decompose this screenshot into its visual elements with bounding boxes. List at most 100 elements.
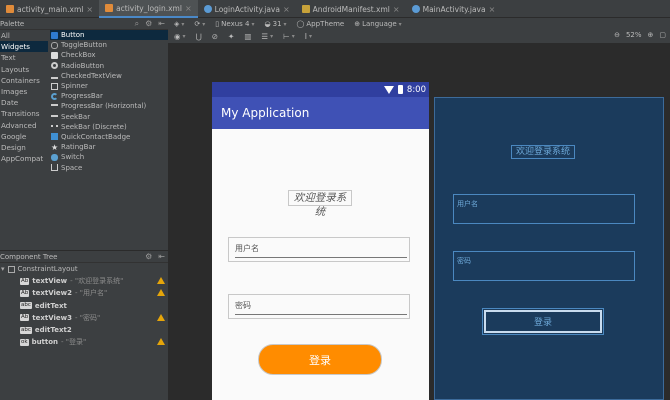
view-options-dropdown[interactable]: ◉ ▾ — [174, 32, 186, 41]
guidelines-dropdown[interactable]: I ▾ — [305, 32, 312, 41]
username-field[interactable]: 用户名 — [228, 237, 410, 262]
blueprint-password-field[interactable]: 密码 — [453, 251, 635, 281]
orientation-dropdown[interactable]: ⟳ ▾ — [194, 20, 205, 28]
design-surface-dropdown[interactable]: ◈ ▾ — [174, 20, 184, 28]
align-icon: ⊢ — [283, 32, 290, 41]
zoom-level: 52% — [625, 31, 642, 39]
palette-widget-button[interactable]: Button — [50, 30, 168, 41]
eye-icon: ◉ — [174, 32, 181, 41]
infer-constraints-button[interactable]: ✦ — [228, 32, 234, 41]
password-field[interactable]: 密码 — [228, 294, 410, 319]
theme-dropdown[interactable]: ◯ AppTheme — [297, 20, 345, 28]
guideline-icon: I — [304, 32, 307, 41]
design-view[interactable]: 8:00 My Application 欢迎登录系统 用户名 密码 登录 — [212, 82, 429, 400]
close-icon[interactable]: × — [86, 5, 93, 14]
app-bar: My Application — [212, 97, 429, 129]
welcome-textview[interactable]: 欢迎登录系统 — [288, 190, 352, 218]
tree-item-textview[interactable]: Ab textView - "欢迎登录系统" — [0, 275, 168, 287]
api-level-dropdown[interactable]: ◒ 31 ▾ — [265, 20, 287, 28]
battery-icon — [397, 85, 403, 94]
hide-panel-icon[interactable]: ⇤ — [158, 252, 165, 261]
close-icon[interactable]: × — [393, 5, 400, 14]
design-canvas[interactable]: 8:00 My Application 欢迎登录系统 用户名 密码 登录 欢迎登… — [168, 44, 670, 400]
tree-item-edittext2[interactable]: abc editText2 — [0, 324, 168, 336]
palette-widget-quickcontactbadge[interactable]: QuickContactBadge — [50, 132, 168, 142]
tab-activity-main[interactable]: activity_main.xml × — [0, 0, 99, 18]
palette-widget-space[interactable]: Space — [50, 162, 168, 172]
close-icon[interactable]: × — [283, 5, 290, 14]
align-dropdown[interactable]: ⊢ ▾ — [283, 32, 295, 41]
expand-arrow-icon[interactable]: ▾ — [1, 265, 5, 273]
xml-file-icon — [105, 4, 114, 12]
device-dropdown[interactable]: ▯ Nexus 4 ▾ — [215, 20, 254, 28]
palette-widget-radiobutton[interactable]: RadioButton — [50, 61, 168, 71]
globe-icon: ⊕ — [354, 20, 361, 28]
constraint-layout-icon — [7, 265, 15, 273]
autoconnect-toggle[interactable]: ⋃ — [196, 32, 202, 41]
palette-widget-checkedtextview[interactable]: CheckedTextView — [50, 71, 168, 81]
tab-android-manifest[interactable]: AndroidManifest.xml × — [296, 0, 406, 18]
blueprint-login-button[interactable]: 登录 — [482, 308, 604, 335]
palette-widget-switch[interactable]: Switch — [50, 152, 168, 162]
palette-header: Palette ⌕ ⚙ ⇤ — [0, 18, 168, 30]
tab-login-activity[interactable]: LoginActivity.java × — [198, 0, 296, 18]
layers-icon: ◈ — [174, 20, 180, 28]
close-icon[interactable]: × — [185, 4, 192, 13]
palette-widget-checkbox[interactable]: CheckBox — [50, 50, 168, 60]
default-margins-button[interactable]: ▥ — [244, 32, 251, 41]
language-dropdown[interactable]: ⊕ Language ▾ — [354, 20, 401, 28]
zoom-fit-icon[interactable]: ▢ — [659, 31, 666, 39]
palette-widget-ratingbar[interactable]: ★ RatingBar — [50, 142, 168, 152]
tree-item-textview3[interactable]: Ab textView3- "密码" — [0, 312, 168, 324]
tree-root-constraintlayout[interactable]: ▾ ConstraintLayout — [0, 263, 168, 275]
palette-widget-progressbar-horizontal[interactable]: ProgressBar (Horizontal) — [50, 101, 168, 111]
pack-dropdown[interactable]: ☰ ▾ — [261, 32, 273, 41]
manifest-file-icon — [301, 5, 310, 13]
palette-widget-seekbar-discrete[interactable]: SeekBar (Discrete) — [50, 122, 168, 132]
palette-category-design[interactable]: Design — [0, 142, 48, 153]
blueprint-username-field[interactable]: 用户名 — [453, 194, 635, 224]
palette-category-advanced[interactable]: Advanced — [0, 120, 48, 131]
palette-widget-progressbar[interactable]: ProgressBar — [50, 91, 168, 101]
palette-category-google[interactable]: Google — [0, 131, 48, 142]
warning-icon[interactable] — [157, 313, 165, 321]
palette-widget-seekbar[interactable]: SeekBar — [50, 112, 168, 122]
tree-item-textview2[interactable]: Ab textView2- "用户名" — [0, 287, 168, 299]
gear-icon[interactable]: ⚙ — [145, 19, 152, 29]
palette-category-images[interactable]: Images — [0, 86, 48, 97]
blueprint-welcome-textview[interactable]: 欢迎登录系统 — [511, 145, 575, 159]
search-icon[interactable]: ⌕ — [135, 19, 139, 29]
warning-icon[interactable] — [157, 289, 165, 297]
tree-item-edittext[interactable]: abc editText — [0, 300, 168, 312]
hide-panel-icon[interactable]: ⇤ — [158, 19, 165, 29]
warning-icon[interactable] — [157, 277, 165, 285]
zoom-out-icon[interactable]: ⊖ — [614, 31, 620, 39]
palette-category-text[interactable]: Text — [0, 52, 48, 63]
close-icon[interactable]: × — [489, 5, 496, 14]
palette-category-date[interactable]: Date — [0, 97, 48, 108]
palette-widget-togglebutton[interactable]: ToggleButton — [50, 40, 168, 50]
palette-category-containers[interactable]: Containers — [0, 75, 48, 86]
tab-activity-login[interactable]: activity_login.xml × — [99, 0, 198, 18]
palette-category-widgets[interactable]: Widgets — [0, 41, 48, 53]
space-icon — [51, 164, 58, 172]
progress-bar-icon — [51, 104, 58, 111]
palette-category-transitions[interactable]: Transitions — [0, 108, 48, 119]
palette-categories: All Widgets Text Layouts Containers Imag… — [0, 30, 48, 164]
palette-category-appcompat[interactable]: AppCompat — [0, 153, 48, 164]
palette-category-layouts[interactable]: Layouts — [0, 64, 48, 75]
textview-icon: Ab — [20, 289, 30, 297]
clear-constraints-button[interactable]: ⊘ — [212, 32, 218, 41]
warning-icon[interactable] — [157, 338, 165, 346]
username-underline — [235, 257, 407, 258]
palette-category-all[interactable]: All — [0, 30, 48, 41]
tab-main-activity[interactable]: MainActivity.java × — [406, 0, 502, 18]
palette-widget-spinner[interactable]: Spinner — [50, 81, 168, 91]
tree-item-button[interactable]: ok button - "登录" — [0, 336, 168, 348]
phone-icon: ▯ — [215, 20, 220, 28]
android-icon: ◒ — [264, 20, 271, 28]
blueprint-view[interactable]: 欢迎登录系统 用户名 密码 登录 — [434, 97, 664, 400]
zoom-in-icon[interactable]: ⊕ — [648, 31, 654, 39]
login-button[interactable]: 登录 — [258, 344, 382, 375]
gear-icon[interactable]: ⚙ — [145, 252, 152, 261]
